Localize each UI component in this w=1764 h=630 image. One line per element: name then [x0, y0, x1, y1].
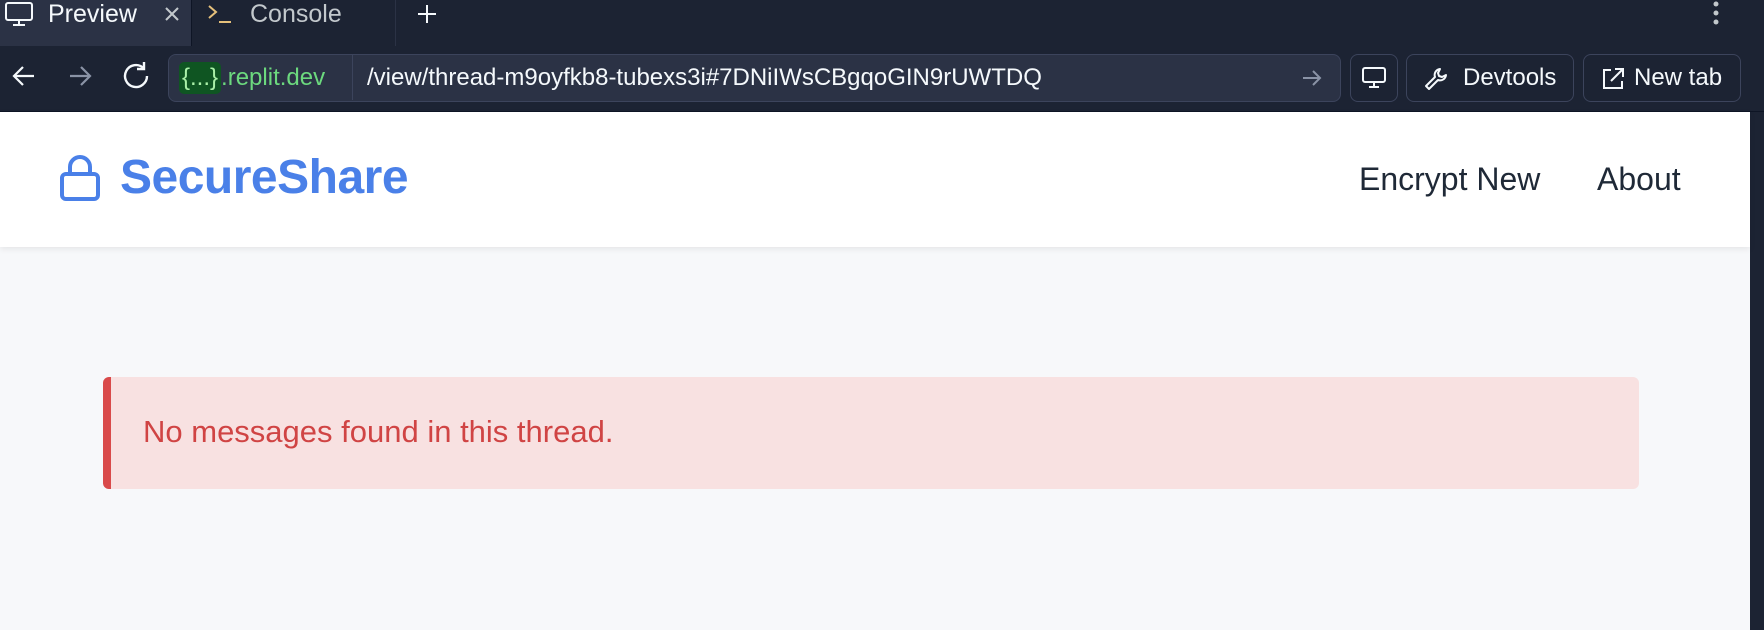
- external-link-icon: [1600, 66, 1626, 99]
- url-path: /view/thread-m9oyfkb8-tubexs3i#7DNiIWsCB…: [367, 64, 1042, 91]
- new-tab-button[interactable]: New tab: [1583, 54, 1741, 102]
- devtools-label: Devtools: [1463, 64, 1557, 91]
- reload-button[interactable]: [116, 60, 156, 92]
- tab-label: Preview: [48, 0, 137, 28]
- url-domain: {...} .replit.dev: [169, 55, 353, 100]
- url-subdomain: {...}: [179, 61, 222, 94]
- back-button[interactable]: [4, 60, 44, 92]
- brand-link[interactable]: SecureShare: [58, 151, 409, 204]
- alert-message: No messages found in this thread.: [143, 414, 614, 449]
- page-content: SecureShare Encrypt New About No message…: [0, 112, 1750, 630]
- brand-name: SecureShare: [120, 151, 409, 204]
- nav-encrypt-new[interactable]: Encrypt New: [1359, 160, 1540, 198]
- add-tab-button[interactable]: [412, 0, 442, 28]
- new-tab-label: New tab: [1634, 64, 1723, 91]
- more-options-icon[interactable]: [1706, 0, 1726, 28]
- arrow-right-icon: [70, 66, 92, 86]
- url-field[interactable]: {...} .replit.dev /view/thread-m9oyfkb8-…: [168, 54, 1341, 102]
- site-header: SecureShare Encrypt New About: [0, 112, 1750, 247]
- go-arrow-icon[interactable]: [1299, 65, 1325, 91]
- browser-tab-bar: Preview Console: [0, 0, 1764, 46]
- url-domain-text: .replit.dev: [221, 63, 326, 91]
- devtools-button[interactable]: Devtools: [1406, 54, 1574, 102]
- device-preview-button[interactable]: [1350, 54, 1398, 102]
- forward-button[interactable]: [60, 60, 100, 92]
- arrow-left-icon: [12, 66, 34, 86]
- error-alert: No messages found in this thread.: [103, 377, 1639, 489]
- wrench-icon: [1423, 66, 1449, 99]
- address-bar: {...} .replit.dev /view/thread-m9oyfkb8-…: [0, 46, 1764, 112]
- monitor-icon: [4, 2, 36, 33]
- nav-about[interactable]: About: [1597, 160, 1681, 198]
- monitor-icon: [1362, 67, 1386, 88]
- lock-icon: [60, 155, 100, 201]
- reload-icon: [123, 62, 149, 89]
- tab-label: Console: [250, 0, 342, 28]
- scrollbar[interactable]: [1750, 112, 1764, 630]
- tab-preview[interactable]: Preview: [0, 0, 192, 46]
- close-icon[interactable]: [160, 2, 184, 26]
- terminal-icon: [206, 2, 234, 33]
- tab-console[interactable]: Console: [192, 0, 396, 46]
